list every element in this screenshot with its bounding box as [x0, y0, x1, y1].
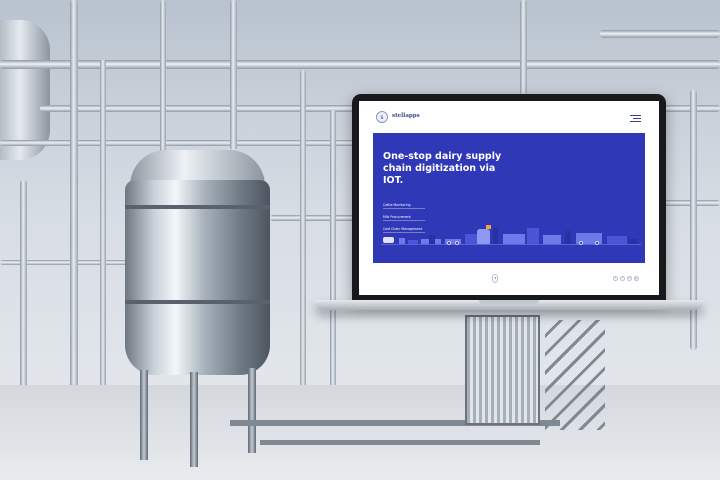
farm-icon	[399, 238, 405, 244]
wheel-icon	[579, 241, 583, 245]
wheel-icon	[455, 241, 459, 245]
silo-icon	[493, 227, 498, 244]
hero-link-cattle-monitoring[interactable]: Cattle Monitoring	[383, 203, 425, 209]
linkedin-icon[interactable]: in	[627, 276, 632, 281]
logo-name: stellapps	[392, 112, 420, 119]
tank-leg	[190, 372, 198, 467]
laptop-base	[314, 300, 704, 310]
stairs	[545, 320, 605, 430]
tank-leg	[140, 370, 148, 460]
pipe	[0, 140, 360, 146]
equipment-skid	[260, 440, 540, 445]
laptop-notch	[479, 300, 539, 304]
tank-band	[125, 300, 270, 304]
pipe	[20, 180, 27, 390]
logo-mark-icon: s	[376, 111, 388, 123]
flag-icon	[486, 225, 491, 229]
pipe	[270, 215, 360, 221]
tower-icon	[565, 231, 571, 244]
logo-text-group: stellapps	[392, 112, 420, 121]
social-links: f t in ▶	[613, 276, 639, 281]
pipe	[520, 0, 527, 95]
laptop-screen-bezel: s stellapps One-stop dairy supply chain …	[352, 94, 666, 302]
pipe	[70, 0, 78, 400]
twitter-icon[interactable]: t	[620, 276, 625, 281]
youtube-icon[interactable]: ▶	[634, 276, 639, 281]
warehouse-icon	[543, 235, 561, 244]
processing-plant-icon	[503, 234, 525, 244]
building-icon	[429, 235, 435, 244]
cow-icon	[383, 237, 394, 243]
background-tank	[0, 20, 50, 160]
pipe	[330, 110, 336, 400]
factory-icon	[527, 228, 539, 244]
hamburger-menu-icon[interactable]	[630, 115, 641, 123]
pipe	[230, 0, 237, 150]
site-logo[interactable]: s stellapps	[376, 111, 420, 123]
pipe	[600, 30, 720, 38]
pipe	[0, 60, 720, 69]
pipe	[690, 90, 697, 350]
wheel-icon	[447, 241, 451, 245]
hero-banner: One-stop dairy supply chain digitization…	[373, 133, 645, 263]
pipe	[160, 0, 166, 160]
supply-chain-illustration	[381, 219, 641, 245]
barn-icon	[408, 240, 418, 244]
steel-tank	[125, 180, 270, 375]
pipe	[300, 70, 306, 400]
illustration-ground	[381, 244, 641, 245]
hero-title: One-stop dairy supply chain digitization…	[383, 151, 502, 186]
retail-store-icon	[607, 236, 627, 244]
heat-exchanger	[465, 315, 540, 425]
chilling-center-icon	[465, 234, 477, 244]
tank-band	[125, 205, 270, 209]
website-viewport: s stellapps One-stop dairy supply chain …	[359, 101, 659, 295]
mouse-scroll-icon[interactable]	[492, 274, 498, 283]
storage-tank-icon	[477, 229, 490, 244]
site-header: s stellapps	[359, 101, 659, 131]
facebook-icon[interactable]: f	[613, 276, 618, 281]
floor	[0, 385, 720, 480]
pipe	[100, 60, 106, 390]
wheel-icon	[595, 241, 599, 245]
consumer-icon	[629, 239, 637, 244]
tank-leg	[248, 368, 256, 453]
